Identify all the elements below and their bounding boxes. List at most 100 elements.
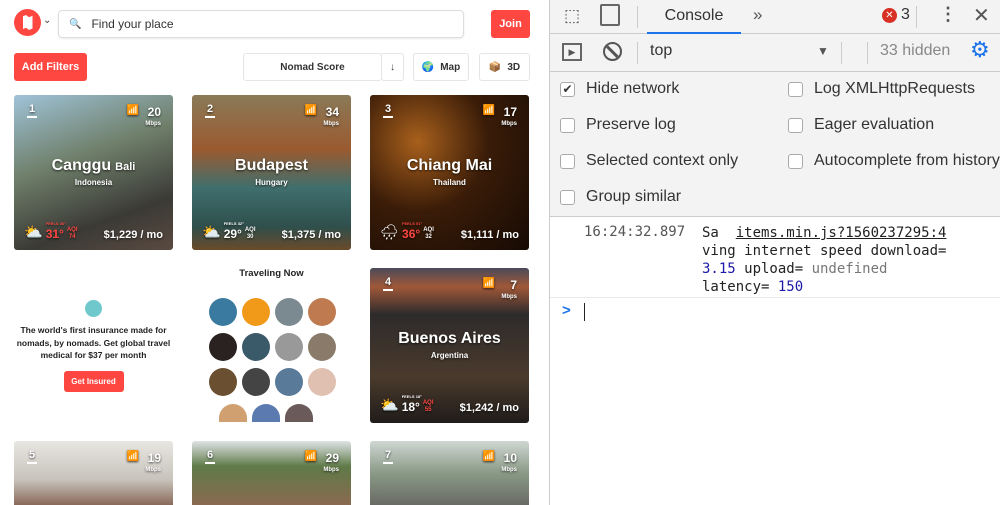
inspect-element-icon[interactable]: ⬚ [564, 6, 580, 26]
logo[interactable] [14, 9, 41, 36]
setting-label: Eager evaluation [814, 116, 935, 133]
add-filters-button[interactable]: Add Filters [14, 53, 87, 81]
setting-checkbox[interactable]: Log XMLHttpRequests [788, 80, 975, 98]
city-rank: 5 [27, 449, 38, 464]
dropdown-arrow-icon[interactable]: ▼ [817, 44, 829, 58]
device-toolbar-icon[interactable] [600, 4, 620, 26]
traveler-avatar[interactable] [242, 333, 270, 361]
traveler-avatar[interactable] [242, 298, 270, 326]
map-button[interactable]: 🌍 Map [413, 53, 469, 81]
city-rank: 3 [383, 103, 394, 118]
temperature: FEELS 32° 29° [223, 221, 244, 241]
context-select[interactable]: top [650, 42, 672, 60]
setting-label: Preserve log [586, 116, 676, 133]
sort-select[interactable]: Nomad Score [243, 53, 382, 81]
clear-console-icon[interactable] [603, 42, 622, 61]
sort-direction-button[interactable]: ↓ [381, 53, 404, 81]
log-value: 3.15 [702, 261, 736, 277]
setting-label: Group similar [586, 188, 682, 205]
traveler-avatar[interactable] [275, 333, 303, 361]
settings-gear-icon[interactable]: ⚙ [970, 37, 990, 63]
error-icon[interactable]: ✕ [882, 8, 897, 23]
setting-checkbox[interactable]: Eager evaluation [788, 116, 934, 134]
temperature: FEELS 36° 31° [45, 221, 66, 241]
close-icon[interactable]: ✕ [973, 3, 990, 28]
checkbox[interactable] [788, 117, 803, 133]
traveler-avatar[interactable] [219, 404, 247, 422]
internet-speed: 20 Mbps [145, 105, 161, 127]
tab-console[interactable]: Console [647, 0, 741, 34]
city-name: Canggu Bali [51, 157, 136, 174]
search-input[interactable]: 🔍 Find your place [58, 10, 464, 38]
city-card[interactable]: 3 📶 17 Mbps Chiang Mai Thailand 🌧 FEELS 51… [370, 95, 529, 250]
traveler-avatar[interactable] [242, 368, 270, 396]
devtools-toolbar: ⬚ Console » ✕ 3 ⋮ ✕ [550, 0, 1000, 34]
setting-checkbox[interactable]: Selected context only [560, 152, 738, 170]
city-card[interactable]: 6 📶 29 Mbps [192, 441, 351, 505]
city-card[interactable]: 1 📶 20 Mbps Canggu Bali Indonesia ⛅ FEELS 3… [14, 95, 173, 250]
air-quality: AQI 74 [66, 227, 78, 240]
log-text: latency= [702, 279, 778, 295]
wifi-icon: 📶 [126, 451, 139, 462]
prompt-icon: > [562, 302, 571, 319]
internet-speed: 19 Mbps [145, 451, 161, 473]
console-settings: ✔ Hide network Log XMLHttpRequests Preserve… [550, 72, 1000, 217]
traveler-avatar[interactable] [308, 368, 336, 396]
setting-checkbox[interactable]: Preserve log [560, 116, 676, 134]
partly-cloudy-icon: ⛅ [24, 224, 43, 241]
city-card[interactable]: 7 📶 10 Mbps [370, 441, 529, 505]
setting-checkbox[interactable]: Autocomplete from history [788, 152, 1000, 170]
country-name: Argentina [430, 351, 469, 360]
traveler-avatar[interactable] [252, 404, 280, 422]
kebab-menu-icon[interactable]: ⋮ [939, 4, 957, 25]
map-label: Map [440, 61, 461, 73]
search-placeholder: Find your place [91, 17, 174, 31]
checkbox[interactable] [788, 153, 803, 169]
country-name: Thailand [433, 178, 466, 187]
checkbox[interactable] [788, 81, 803, 97]
setting-checkbox[interactable]: ✔ Hide network [560, 80, 679, 98]
nomad-list-page: ⌄ 🔍 Find your place Join Add Filters Noma… [0, 0, 549, 505]
city-name: Budapest [235, 157, 308, 174]
traveler-avatar[interactable] [275, 298, 303, 326]
traveler-avatar[interactable] [285, 404, 313, 422]
setting-checkbox[interactable]: Group similar [560, 188, 681, 206]
traveler-avatar[interactable] [209, 333, 237, 361]
insurance-ad: The world's first insurance made for nom… [14, 300, 173, 392]
chevron-down-icon[interactable]: ⌄ [43, 15, 51, 26]
setting-label: Autocomplete from history [814, 152, 1000, 169]
join-button[interactable]: Join [491, 10, 530, 38]
console-message: 16:24:32.897 Sa items.min.js?1560237295:… [550, 217, 1000, 298]
log-value: 150 [777, 279, 804, 295]
more-tabs-icon[interactable]: » [753, 5, 762, 25]
log-source-link[interactable]: items.min.js?1560237295:4 [736, 225, 947, 241]
3d-button[interactable]: 📦 3D [479, 53, 530, 81]
error-count[interactable]: 3 [901, 6, 910, 24]
traveler-avatar[interactable] [308, 333, 336, 361]
city-card[interactable]: 5 📶 19 Mbps [14, 441, 173, 505]
city-card[interactable]: 2 📶 34 Mbps Budapest Hungary ⛅ FEELS 32° 29… [192, 95, 351, 250]
checkbox[interactable] [560, 117, 575, 133]
country-name: Indonesia [74, 178, 113, 187]
traveler-avatar[interactable] [308, 298, 336, 326]
country-name: Hungary [255, 178, 288, 187]
wifi-icon: 📶 [126, 105, 139, 116]
temperature: FEELS 51° 36° [402, 221, 423, 241]
traveler-avatar[interactable] [209, 298, 237, 326]
sidebar-toggle-icon[interactable]: ▶ [562, 43, 582, 61]
wifi-icon: 📶 [482, 451, 495, 462]
rain-icon: 🌧 [380, 224, 400, 241]
console-input[interactable]: > [550, 298, 1000, 328]
city-card[interactable]: 4 📶 7 Mbps Buenos Aires Argentina ⛅ FEELS … [370, 268, 529, 423]
checkbox[interactable] [560, 153, 575, 169]
box-icon: 📦 [488, 61, 502, 73]
wifi-icon: 📶 [482, 278, 495, 289]
traveler-avatar[interactable] [275, 368, 303, 396]
temperature: FEELS 18° 18° [401, 394, 422, 414]
checkbox[interactable] [560, 189, 575, 205]
get-insured-button[interactable]: Get Insured [63, 370, 124, 392]
console-toolbar: ▶ top ▼ 33 hidden ⚙ [550, 34, 1000, 72]
checkbox[interactable]: ✔ [560, 81, 575, 97]
traveler-avatar[interactable] [209, 368, 237, 396]
internet-speed: 10 Mbps [501, 451, 517, 473]
